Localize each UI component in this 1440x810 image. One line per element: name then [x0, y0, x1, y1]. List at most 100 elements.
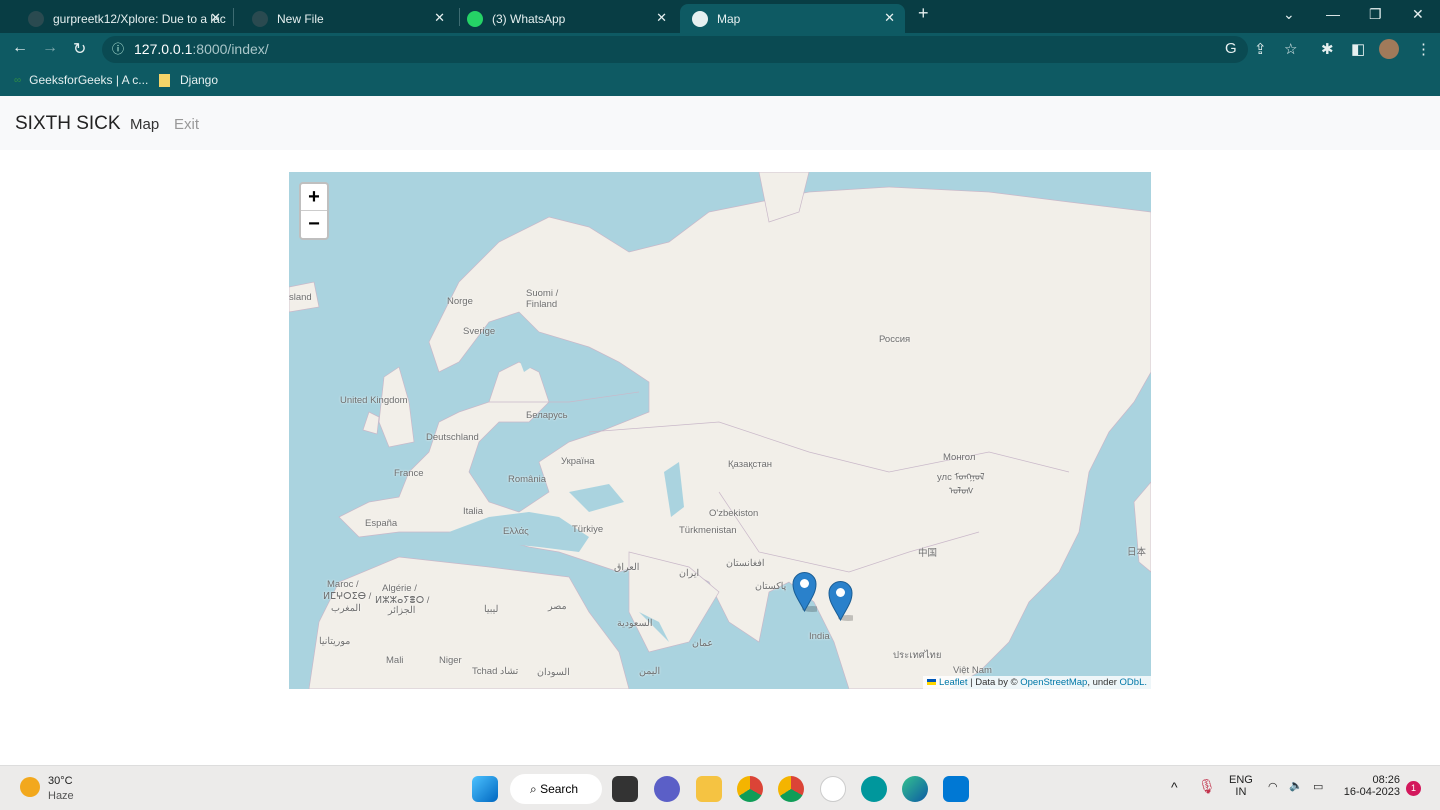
close-icon[interactable]: ✕: [434, 10, 445, 26]
arduino-icon[interactable]: [861, 776, 887, 802]
map-label: România: [508, 474, 547, 485]
map-label: United Kingdom: [340, 395, 408, 406]
tab-whatsapp[interactable]: (3) WhatsApp ✕: [455, 4, 677, 33]
task-view-icon[interactable]: [612, 776, 638, 802]
map-label: Mali: [386, 655, 404, 666]
map-label: India: [809, 631, 830, 642]
map-tiles: [289, 172, 1151, 689]
maximize-button[interactable]: ❐: [1369, 6, 1382, 23]
sidepanel-icon[interactable]: ◧: [1351, 40, 1365, 58]
minimize-button[interactable]: —: [1326, 6, 1340, 22]
close-window-button[interactable]: ✕: [1412, 6, 1424, 23]
reload-icon[interactable]: ↻: [73, 39, 86, 59]
share-icon[interactable]: ⇪: [1254, 40, 1267, 58]
github-icon: [28, 10, 44, 27]
map-label: السودان: [537, 667, 570, 678]
google-icon[interactable]: G: [1225, 40, 1237, 57]
clock[interactable]: 08:26 16-04-2023: [1340, 774, 1400, 798]
chrome-profile-icon[interactable]: [778, 776, 804, 802]
teams-icon[interactable]: [654, 776, 680, 802]
tab-github-xplore[interactable]: gurpreetk12/Xplore: Due to a lac ✕: [16, 4, 231, 33]
weather-temp[interactable]: 30°C: [48, 775, 73, 787]
tab-search-icon[interactable]: ⌄: [1283, 6, 1295, 23]
osm-link[interactable]: OpenStreetMap: [1020, 677, 1087, 688]
avatar[interactable]: [1379, 39, 1399, 59]
map-label: Deutschland: [426, 432, 479, 443]
odbl-link[interactable]: ODbL.: [1120, 677, 1147, 688]
map-label: Norge: [447, 296, 473, 307]
volume-icon[interactable]: 🔈: [1289, 779, 1303, 792]
back-icon[interactable]: ←: [12, 39, 28, 57]
brand[interactable]: SIXTH SICK: [15, 113, 121, 135]
language-indicator[interactable]: ENG IN: [1229, 774, 1253, 798]
weather-desc[interactable]: Haze: [48, 790, 74, 802]
bookmark-django[interactable]: Django: [159, 73, 218, 87]
map[interactable]: sland Norge Suomi / Finland Sverige Россия Uni…: [289, 172, 1151, 689]
menu-icon[interactable]: ⋮: [1416, 40, 1431, 58]
leaflet-link[interactable]: Leaflet: [939, 677, 968, 688]
tab-map[interactable]: Map ✕: [680, 4, 905, 33]
map-label: الجزائر: [388, 605, 416, 616]
map-label: O'zbekiston: [709, 508, 759, 519]
microphone-icon[interactable]: 🎙: [1198, 778, 1216, 795]
map-label: Niger: [439, 655, 462, 666]
map-label: ليبيا: [484, 604, 499, 615]
map-label: السعودية: [617, 618, 653, 629]
map-label: Україна: [561, 456, 595, 467]
start-icon[interactable]: [472, 776, 498, 802]
map-label: ᠤᠯᠤᠰ: [949, 486, 974, 497]
new-tab-button[interactable]: +: [918, 3, 929, 24]
map-label: عمان: [692, 638, 714, 649]
ukraine-flag-icon: [927, 679, 937, 685]
battery-icon[interactable]: ▭: [1313, 780, 1323, 793]
app-icon[interactable]: [820, 776, 846, 802]
github-icon: [252, 10, 268, 27]
taskbar: 30°C Haze ⌕ Search ^ 🎙 ENG IN ◠ 🔈 ▭ 08:26…: [0, 765, 1440, 810]
map-marker[interactable]: [828, 580, 858, 622]
globe-icon: [692, 10, 708, 27]
address-bar[interactable]: ⓘ 127.0.0.1:8000/index/: [102, 36, 1248, 63]
map-label: ⵍⵎⵖⵔⵉⴱ /: [323, 591, 372, 602]
tray-chevron-icon[interactable]: ^: [1171, 779, 1178, 795]
close-icon[interactable]: ✕: [884, 10, 895, 26]
star-icon[interactable]: ☆: [1284, 40, 1297, 58]
file-explorer-icon[interactable]: [696, 776, 722, 802]
extensions-icon[interactable]: ✱: [1321, 40, 1334, 58]
taskbar-search[interactable]: ⌕ Search: [510, 774, 602, 804]
notification-badge[interactable]: 1: [1406, 781, 1421, 796]
forward-icon[interactable]: →: [42, 39, 58, 57]
map-label: Türkmenistan: [679, 525, 737, 536]
folder-icon: [159, 73, 170, 87]
map-label: مصر: [548, 601, 567, 612]
map-label: المغرب: [331, 603, 361, 614]
tab-bar: gurpreetk12/Xplore: Due to a lac ✕ New Fi…: [0, 0, 1440, 33]
zoom-out-button[interactable]: −: [301, 211, 327, 238]
map-marker[interactable]: [792, 571, 822, 613]
map-label: Türkiye: [572, 524, 604, 535]
close-icon[interactable]: ✕: [210, 10, 221, 26]
bookmark-geeksforgeeks[interactable]: ∞ GeeksforGeeks | A c...: [14, 73, 148, 87]
map-label: Algérie /: [382, 583, 417, 594]
map-label: 日本: [1127, 547, 1147, 558]
zoom-in-button[interactable]: +: [301, 184, 327, 211]
close-icon[interactable]: ✕: [656, 10, 667, 26]
map-label: sland: [289, 292, 312, 303]
tab-new-file[interactable]: New File ✕: [240, 4, 455, 33]
map-label: Россия: [879, 334, 911, 345]
wifi-icon[interactable]: ◠: [1268, 780, 1278, 793]
nav-link-exit[interactable]: Exit: [174, 116, 199, 133]
map-label: العراق: [614, 562, 640, 573]
edge-icon[interactable]: [902, 776, 928, 802]
chrome-icon[interactable]: [737, 776, 763, 802]
nav-link-map[interactable]: Map: [130, 116, 159, 133]
map-label: España: [365, 518, 398, 529]
map-label: Қазақстан: [728, 459, 773, 470]
map-label: موريتانيا: [319, 636, 351, 647]
map-attribution: Leaflet | Data by © OpenStreetMap, under…: [923, 676, 1151, 689]
browser-toolbar: ← → ↻ ⓘ 127.0.0.1:8000/index/ G ⇪ ☆ ✱ ◧ ⋮: [0, 33, 1440, 65]
info-icon: ⓘ: [112, 42, 125, 56]
vscode-icon[interactable]: [943, 776, 969, 802]
map-label: ประเทศไทย: [893, 650, 942, 661]
weather-icon[interactable]: [20, 777, 40, 797]
map-label: Italia: [463, 506, 484, 517]
